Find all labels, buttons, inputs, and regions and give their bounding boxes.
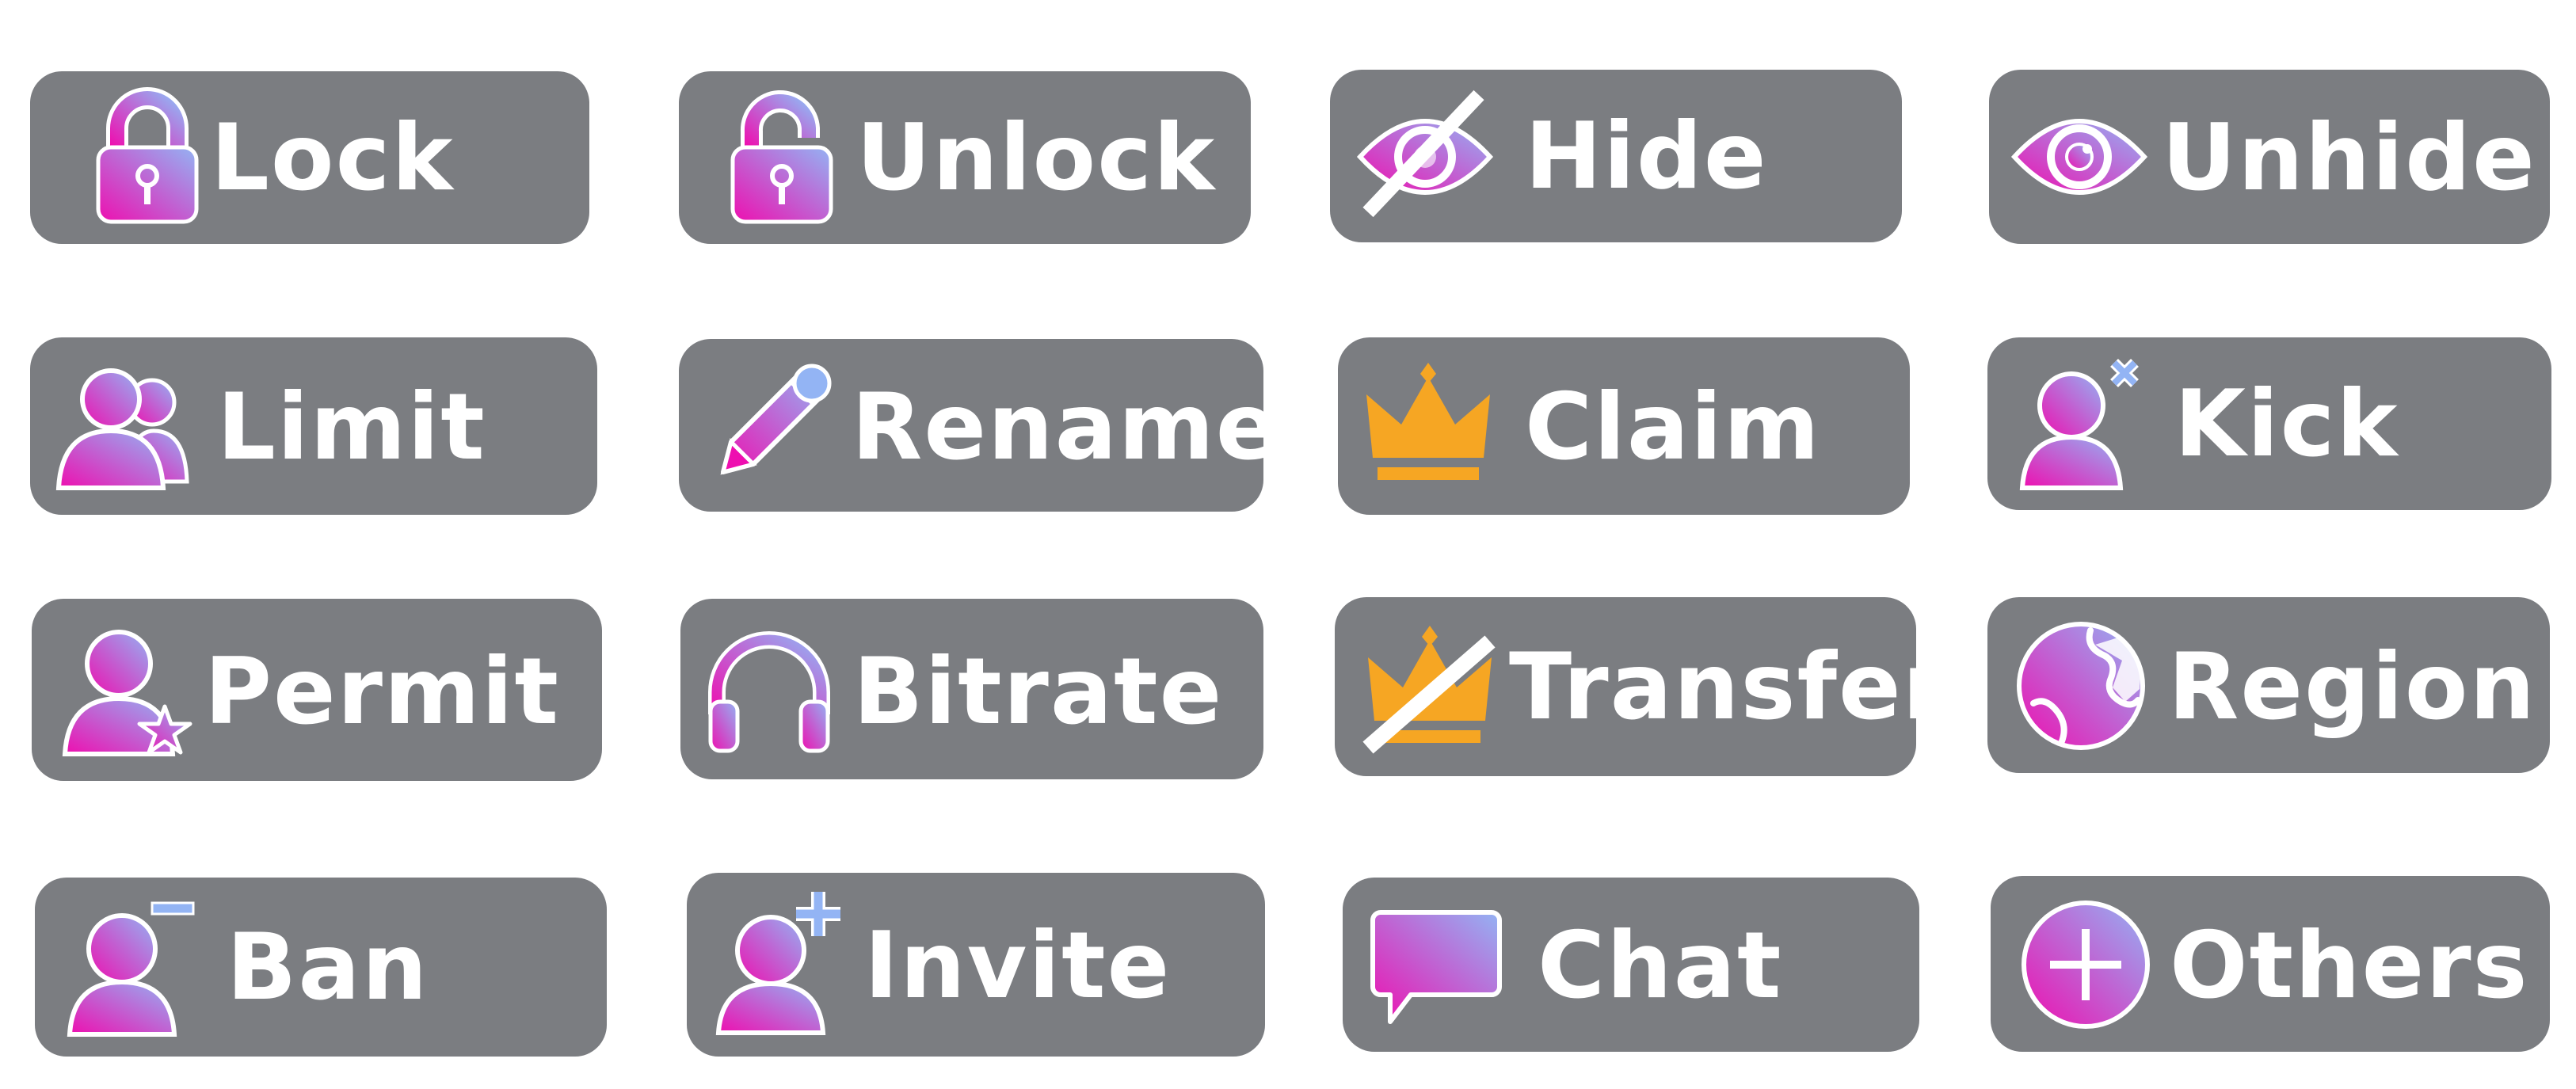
lock-button[interactable]: Lock	[30, 71, 589, 244]
chat-label: Chat	[1538, 912, 1783, 1019]
crown-slash-icon	[1358, 618, 1501, 760]
unlock-button[interactable]: Unlock	[679, 71, 1251, 244]
hide-label: Hide	[1525, 103, 1768, 210]
hide-button[interactable]: Hide	[1330, 70, 1902, 242]
lock-label: Lock	[211, 105, 455, 211]
kick-label: Kick	[2174, 371, 2399, 478]
ban-label: Ban	[227, 914, 429, 1021]
limit-label: Limit	[217, 374, 486, 481]
voice-control-panel: Lock Unlock Hide Unhide Limit Rename Cla…	[0, 0, 2576, 1089]
user-plus-icon	[703, 892, 845, 1035]
unhide-label: Unhide	[2162, 105, 2536, 211]
transfer-button[interactable]: Transfer	[1335, 597, 1916, 776]
padlock-closed-icon	[76, 87, 219, 230]
chat-button[interactable]: Chat	[1343, 878, 1919, 1052]
invite-button[interactable]: Invite	[687, 873, 1265, 1057]
headphones-icon	[698, 619, 840, 762]
globe-icon	[2010, 615, 2152, 757]
padlock-open-icon	[711, 87, 853, 230]
permit-label: Permit	[204, 638, 560, 745]
invite-label: Invite	[864, 912, 1172, 1019]
user-minus-icon	[54, 897, 196, 1039]
permit-button[interactable]: Permit	[32, 599, 602, 781]
user-x-icon	[2003, 353, 2146, 496]
ban-button[interactable]: Ban	[35, 878, 607, 1057]
region-button[interactable]: Region	[1987, 597, 2550, 773]
kick-button[interactable]: Kick	[1987, 337, 2551, 510]
pencil-icon	[699, 353, 842, 496]
eye-slash-icon	[1354, 86, 1496, 228]
others-button[interactable]: Others	[1991, 876, 2550, 1052]
rename-button[interactable]: Rename	[679, 339, 1263, 512]
plus-circle-icon	[2014, 893, 2157, 1036]
bitrate-label: Bitrate	[853, 638, 1224, 745]
user-star-icon	[54, 619, 196, 762]
rename-label: Rename	[852, 374, 1263, 481]
claim-label: Claim	[1525, 374, 1821, 481]
chat-bubble-icon	[1366, 897, 1509, 1039]
limit-button[interactable]: Limit	[30, 337, 597, 515]
bitrate-button[interactable]: Bitrate	[680, 599, 1263, 779]
users-icon	[51, 355, 193, 497]
unlock-label: Unlock	[856, 105, 1217, 211]
transfer-label: Transfer	[1509, 634, 1916, 741]
crown-icon	[1357, 355, 1499, 497]
others-label: Others	[2170, 912, 2529, 1019]
claim-button[interactable]: Claim	[1338, 337, 1910, 515]
region-label: Region	[2168, 634, 2537, 741]
unhide-button[interactable]: Unhide	[1989, 70, 2550, 244]
eye-icon	[2008, 86, 2151, 228]
